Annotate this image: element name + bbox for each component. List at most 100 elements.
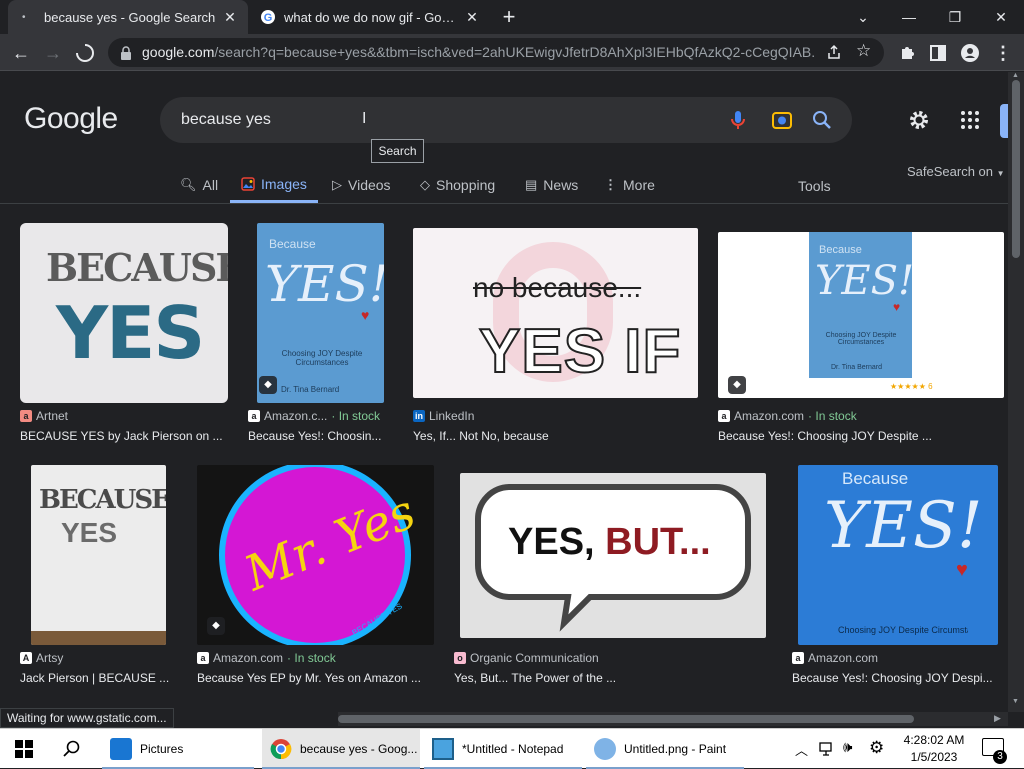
result-source[interactable]: a Artnet [20, 409, 68, 423]
result-card[interactable]: Because YES! ♥ Choosing JOY Despite Circ… [792, 465, 1004, 690]
horizontal-scroll-thumb[interactable] [338, 715, 914, 723]
yes-letters: YES [56, 291, 205, 375]
restore-icon[interactable]: ❐ [944, 6, 966, 28]
taskbar-paint[interactable]: Untitled.png - Paint [586, 729, 744, 769]
result-source[interactable]: A Artsy [20, 651, 63, 665]
result-caption[interactable]: Yes, But... The Power of the ... [454, 671, 772, 685]
result-caption[interactable]: Yes, If... Not No, because [413, 429, 698, 443]
settings-gear-icon[interactable] [907, 108, 931, 132]
tab-shopping[interactable]: ◇ Shopping [420, 168, 495, 202]
camera-lens-icon[interactable] [770, 108, 794, 132]
tab-search-icon[interactable]: ⌄ [852, 6, 874, 28]
taskbar-notepad[interactable]: *Untitled - Notepad [424, 729, 582, 769]
result-source[interactable]: a Amazon.com [792, 651, 878, 665]
result-card[interactable]: Because YES! Choosing JOY Despite Circum… [248, 223, 393, 448]
result-source[interactable]: a Amazon.c... · In stock [248, 409, 380, 423]
apps-grid-icon[interactable] [958, 108, 982, 132]
extensions-icon[interactable] [894, 40, 920, 66]
result-caption[interactable]: Because Yes!: Choosin... [248, 429, 393, 443]
result-thumbnail[interactable]: Because YES! Choosing JOY Despite Circum… [257, 223, 384, 403]
result-card[interactable]: YES, BUT... o Organic Communication Yes, … [454, 465, 772, 690]
close-window-icon[interactable]: ✕ [990, 6, 1012, 28]
taskbar-chrome[interactable]: because yes - Goog... [262, 729, 420, 769]
result-source[interactable]: o Organic Communication [454, 651, 599, 665]
vertical-scroll-thumb[interactable] [1012, 80, 1020, 258]
tab-news[interactable]: ▤ News [525, 168, 578, 202]
scroll-right-icon[interactable]: ▶ [994, 713, 1001, 724]
result-thumbnail[interactable]: YES, BUT... [460, 473, 766, 638]
system-clock[interactable]: 4:28:02 AM 1/5/2023 [900, 732, 968, 766]
result-caption[interactable]: Because Yes EP by Mr. Yes on Amazon ... [197, 671, 434, 685]
result-source[interactable]: a Amazon.com · In stock [197, 651, 336, 665]
google-logo[interactable]: Google [24, 102, 118, 136]
result-card[interactable]: BECAUSE YES a Artnet BECAUSE YES by Jack … [20, 223, 228, 448]
close-tab-icon[interactable]: ✕ [464, 9, 480, 25]
tab-what-do-we-do[interactable]: G what do we do now gif - Google ✕ [250, 0, 490, 34]
tray-gear-icon[interactable]: ⚙︎ [869, 738, 884, 758]
menu-kebab-icon[interactable]: ⋮ [990, 40, 1016, 66]
result-caption[interactable]: BECAUSE YES by Jack Pierson on ... [20, 429, 228, 443]
url-text: google.com/search?q=because+yes&&tbm=isc… [142, 44, 814, 60]
result-caption[interactable]: Because Yes!: Choosing JOY Despi... [792, 671, 1004, 685]
windows-start-icon[interactable] [15, 740, 33, 758]
shopping-tag-icon: ◆ [259, 376, 277, 394]
taskbar-pictures[interactable]: Pictures [102, 729, 254, 769]
address-bar[interactable]: google.com/search?q=because+yes&&tbm=isc… [108, 38, 884, 67]
result-caption[interactable]: Jack Pierson | BECAUSE ... [20, 671, 177, 685]
sign-in-button-edge[interactable] [1000, 104, 1008, 138]
stop-loading-icon[interactable] [72, 40, 98, 66]
back-icon[interactable]: ← [8, 40, 34, 66]
tab-title: what do we do now gif - Google [284, 9, 456, 25]
volume-icon[interactable]: 🕪︎ [843, 739, 852, 756]
vertical-scrollbar[interactable]: ▲ ▼ [1008, 72, 1024, 712]
tag-icon: ◇ [420, 177, 430, 192]
search-submit-icon[interactable] [810, 108, 834, 132]
notepad-icon [432, 738, 454, 760]
result-thumbnail[interactable]: Mr. Yes BECAUSE YES [197, 465, 434, 645]
loading-spinner-icon: • [22, 11, 26, 23]
result-card[interactable]: Mr. Yes BECAUSE YES ◆ a Amazon.com · In st… [197, 465, 434, 690]
result-thumbnail[interactable]: Because YES! ♥ Choosing JOY Despite Circ… [798, 465, 998, 645]
safesearch-toggle[interactable]: SafeSearch on ▼ [907, 164, 1005, 179]
profile-icon[interactable] [957, 40, 983, 66]
scroll-down-icon[interactable]: ▼ [1012, 698, 1019, 705]
result-card[interactable]: no because... YES IF in LinkedIn Yes, If.… [413, 223, 698, 448]
tools-button[interactable]: Tools [798, 178, 831, 194]
network-icon[interactable] [819, 741, 835, 757]
share-icon[interactable] [826, 44, 842, 60]
result-thumbnail[interactable]: BECAUSE YES [31, 465, 166, 645]
result-caption[interactable]: Because Yes!: Choosing JOY Despite ... [718, 429, 1004, 443]
bookmark-star-icon[interactable]: ☆ [856, 41, 871, 61]
minimize-icon[interactable]: — [898, 6, 920, 28]
tab-all[interactable]: 🔍︎ All [180, 168, 218, 202]
tab-videos[interactable]: ▷ Videos [332, 168, 391, 202]
result-source[interactable]: in LinkedIn [413, 409, 474, 423]
search-box[interactable]: because yes I [160, 97, 852, 143]
horizontal-scrollbar[interactable]: ▶ [338, 712, 1008, 726]
search-icon: 🔍︎ [180, 177, 197, 192]
notification-count-badge: 3 [993, 750, 1007, 764]
tray-chevron-up-icon[interactable]: ︿ [795, 740, 808, 759]
rating-stars: ★★★★★ 6 [890, 382, 933, 391]
close-tab-icon[interactable]: ✕ [222, 9, 238, 25]
result-card[interactable]: Because YES! Choosing JOY Despite Circum… [718, 223, 1004, 448]
result-source[interactable]: a Amazon.com · In stock [718, 409, 857, 423]
result-card[interactable]: BECAUSE YES A Artsy Jack Pierson | BECAUS… [20, 465, 177, 690]
new-tab-icon[interactable]: + [498, 6, 520, 28]
tab-more[interactable]: ⋮ More [604, 168, 655, 202]
video-icon: ▷ [332, 177, 342, 192]
google-favicon-icon: G [261, 10, 275, 24]
microphone-icon[interactable] [726, 108, 750, 132]
result-thumbnail[interactable]: BECAUSE YES [20, 223, 228, 403]
result-thumbnail[interactable]: no because... YES IF [413, 228, 698, 398]
clock-date: 1/5/2023 [910, 750, 958, 764]
dropdown-arrow-icon: ▼ [996, 169, 1005, 178]
forward-icon[interactable]: → [40, 40, 66, 66]
tab-images[interactable]: Images [230, 168, 318, 203]
taskbar-search-icon[interactable] [63, 740, 81, 758]
tab-because-yes[interactable]: • because yes - Google Search ✕ [8, 0, 248, 34]
scroll-up-icon[interactable]: ▲ [1012, 72, 1019, 79]
side-panel-icon[interactable] [925, 40, 951, 66]
result-thumbnail[interactable]: Because YES! Choosing JOY Despite Circum… [718, 232, 1004, 398]
search-input[interactable]: because yes [181, 111, 271, 129]
